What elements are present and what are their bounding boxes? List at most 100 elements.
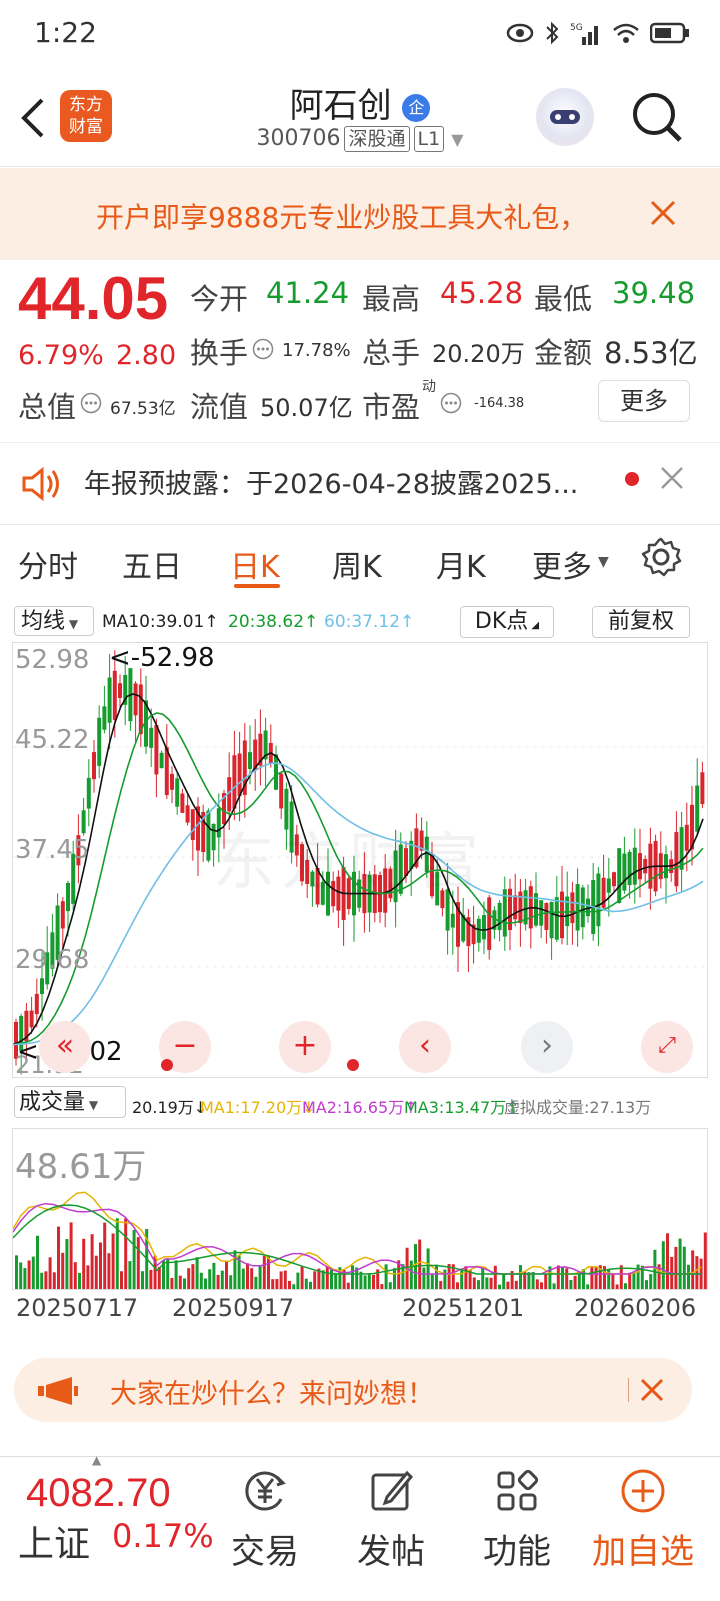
- volume-bar: [607, 1268, 611, 1289]
- prev-button[interactable]: ‹: [399, 1021, 451, 1073]
- volume-bar: [73, 1262, 77, 1289]
- zoom-in-button[interactable]: +: [279, 1021, 331, 1073]
- info-dots-icon[interactable]: [252, 338, 274, 360]
- dk-point-button[interactable]: DK点 ◢: [460, 606, 554, 638]
- volume-bar: [649, 1274, 653, 1289]
- volume-selector[interactable]: 成交量 ▼: [14, 1086, 126, 1118]
- volume-bar: [262, 1255, 266, 1289]
- volume-bar: [19, 1262, 23, 1289]
- candle-body: [679, 827, 684, 870]
- volume-bar: [703, 1232, 707, 1289]
- y-label-4: 29.68: [15, 945, 90, 975]
- stock-header: 东方 财富 阿石创 企 300706 深股通 L1 ▼: [0, 70, 720, 167]
- ask-promo-bar[interactable]: 大家在炒什么？来问妙想！: [14, 1358, 692, 1422]
- volume-bar: [628, 1272, 632, 1289]
- candle-body: [81, 810, 86, 834]
- volume-bar: [212, 1262, 216, 1289]
- volume-bar: [367, 1274, 371, 1289]
- info-dots-icon[interactable]: [440, 392, 462, 414]
- candle-body: [497, 902, 502, 931]
- scroll-left-fast-button[interactable]: «: [39, 1021, 91, 1073]
- nav-post[interactable]: 发帖: [336, 1467, 446, 1573]
- volume-bar: [426, 1248, 430, 1289]
- volume-bar: [283, 1270, 287, 1289]
- stock-subtitle[interactable]: 300706 深股通 L1 ▼: [0, 126, 720, 152]
- battery-icon: [650, 22, 689, 44]
- volume-bar: [288, 1280, 291, 1289]
- nav-trade[interactable]: 交易: [210, 1467, 320, 1573]
- volume-label: 总手: [362, 336, 421, 370]
- volume-bar: [422, 1267, 426, 1289]
- tab-fenshi[interactable]: 分时: [18, 542, 78, 586]
- candle-body: [66, 882, 70, 912]
- date-label-1: 20250717: [16, 1294, 139, 1322]
- candle-body: [554, 897, 559, 940]
- amount-label: 金额: [534, 336, 593, 370]
- volume-bar: [489, 1277, 493, 1289]
- candle-body: [118, 683, 122, 698]
- index-ticker[interactable]: ▲ 4082.70 上证 0.17%: [0, 1453, 214, 1597]
- volume-bar: [418, 1239, 422, 1289]
- candle-body: [638, 853, 642, 880]
- volume-bar: [573, 1275, 577, 1289]
- tab-yuek[interactable]: 月K: [436, 542, 486, 586]
- search-icon[interactable]: [630, 90, 684, 144]
- volume-chart[interactable]: 48.61万: [12, 1128, 708, 1290]
- low-value: 39.48: [612, 276, 696, 310]
- candle-body: [580, 887, 585, 928]
- tab-zhouk[interactable]: 周K: [332, 542, 382, 586]
- volume-bar: [267, 1256, 270, 1289]
- notice-text: 年报预披露：于2026-04-28披露2025...: [84, 469, 579, 500]
- notice-bar[interactable]: 年报预披露：于2026-04-28披露2025...: [0, 446, 720, 525]
- volume-indicator-bar: 成交量 ▼ 20.19万↓ MA1:17.20万↓ MA2:16.65万↑ MA…: [0, 1086, 720, 1122]
- unread-dot: [625, 472, 639, 486]
- nav-add-watchlist[interactable]: 加自选: [588, 1467, 698, 1573]
- info-dots-icon[interactable]: [80, 392, 102, 414]
- candle-body: [570, 892, 575, 924]
- volume-bar: [590, 1266, 594, 1289]
- current-price: 44.05: [18, 265, 169, 332]
- close-icon[interactable]: [650, 200, 676, 226]
- volume-bar: [544, 1274, 548, 1289]
- fullscreen-button[interactable]: ⤢: [641, 1021, 693, 1073]
- candle-body: [487, 897, 492, 950]
- nav-function[interactable]: 功能: [462, 1467, 572, 1573]
- volume-bar: [52, 1272, 56, 1289]
- gear-icon[interactable]: [640, 536, 682, 578]
- vol-ma2: MA2:16.65万↑: [302, 1098, 418, 1117]
- volume-bar: [254, 1276, 258, 1289]
- candle-body: [700, 772, 705, 805]
- bottom-nav: ▲ 4082.70 上证 0.17% 交易 发帖 功能 加自选: [0, 1453, 720, 1601]
- index-name: 上证: [18, 1524, 91, 1565]
- change-pct: 6.79%: [18, 340, 104, 371]
- ma-selector-label: 均线: [21, 609, 66, 634]
- robot-assistant-icon[interactable]: [536, 88, 594, 146]
- volume-bar: [199, 1272, 203, 1289]
- ma-selector[interactable]: 均线 ▼: [14, 606, 94, 636]
- volume-bar: [241, 1268, 245, 1289]
- tab-more[interactable]: 更多: [532, 542, 592, 586]
- more-button[interactable]: 更多: [598, 380, 690, 422]
- promo-banner[interactable]: 开户即享9888元专业炒股工具大礼包，: [0, 168, 720, 260]
- adjust-button[interactable]: 前复权: [592, 606, 690, 638]
- kline-chart[interactable]: 52.98 45.22 37.45 29.68 21.92 <-52.98 <-…: [12, 642, 708, 1079]
- open-label: 今开: [190, 282, 249, 316]
- pe-value: -164.38: [474, 396, 525, 411]
- banner-text: 开户即享9888元专业炒股工具大礼包，: [96, 201, 588, 234]
- next-button[interactable]: ›: [521, 1021, 573, 1073]
- tab-rik[interactable]: 日K: [230, 542, 280, 586]
- candle-body: [575, 884, 580, 931]
- tab-wuri[interactable]: 五日: [122, 542, 182, 586]
- volume-bar: [128, 1261, 132, 1289]
- candle-body: [643, 859, 648, 874]
- candle-body: [684, 824, 689, 851]
- volume-bar: [691, 1250, 695, 1289]
- nav-add-label: 加自选: [592, 1532, 694, 1572]
- candle-body: [29, 1010, 34, 1028]
- volume-bar: [493, 1265, 497, 1289]
- close-icon[interactable]: [660, 466, 684, 490]
- open-value: 41.24: [266, 276, 350, 310]
- close-icon[interactable]: [640, 1378, 664, 1402]
- stock-title-row: 阿石创 企: [0, 78, 720, 127]
- dropdown-triangle-icon: ▼: [65, 617, 79, 631]
